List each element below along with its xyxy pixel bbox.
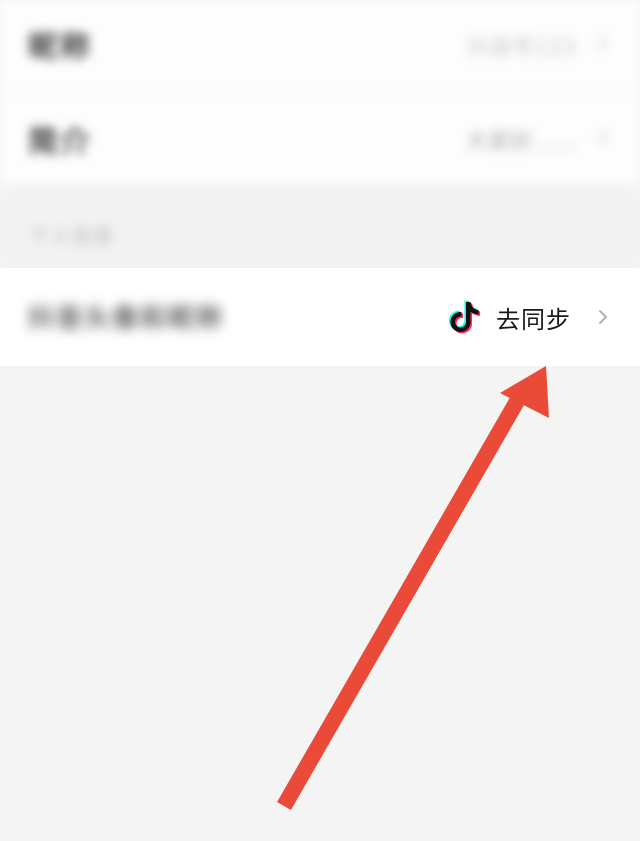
settings-screen: 昵称 抖音号123 简介 大家好…… 个人信息 抖音头像和昵称 去同步 xyxy=(0,0,640,841)
row-label: 简介 xyxy=(28,125,92,160)
row-value: 抖音号123 xyxy=(468,36,576,61)
chevron-right-icon xyxy=(599,36,607,50)
row-label: 昵称 xyxy=(28,30,92,65)
section-header: 个人信息 xyxy=(0,186,640,268)
row-value: 大家好…… xyxy=(465,130,576,155)
settings-row-nickname[interactable]: 昵称 抖音号123 xyxy=(0,0,640,90)
section-label: 个人信息 xyxy=(30,224,114,248)
chevron-right-icon xyxy=(599,310,607,324)
settings-row-bio[interactable]: 简介 大家好…… xyxy=(0,90,640,186)
sync-action-label[interactable]: 去同步 xyxy=(496,300,571,335)
tiktok-logo-icon xyxy=(449,300,481,334)
chevron-right-icon xyxy=(599,130,607,144)
row-label: 抖音头像和昵称 xyxy=(28,304,225,334)
